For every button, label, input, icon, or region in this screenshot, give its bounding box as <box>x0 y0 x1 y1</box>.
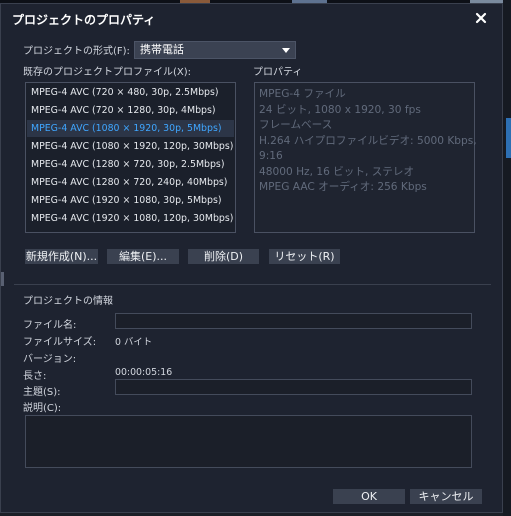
chevron-down-icon <box>282 48 290 53</box>
dialog-titlebar: プロジェクトのプロパティ <box>1 4 502 32</box>
background-app-accent <box>506 118 511 158</box>
format-label: プロジェクトの形式(F): <box>23 46 130 57</box>
cancel-button[interactable]: キャンセル <box>410 489 482 504</box>
property-line: H.264 ハイプロファイルビデオ: 5000 Kbps, <box>259 134 477 147</box>
profiles-label: 既存のプロジェクトプロファイル(X): <box>23 67 192 78</box>
edit-profile-button[interactable]: 編集(E)... <box>107 249 179 264</box>
background-app-mark <box>1 272 4 286</box>
reset-profile-button[interactable]: リセット(R) <box>269 249 340 264</box>
profile-list-item[interactable]: MPEG-4 AVC (1920 × 1080, 30p, 5Mbps) <box>27 192 234 209</box>
property-line: MPEG-4 ファイル <box>259 88 346 100</box>
profile-list-item[interactable]: MPEG-4 AVC (1080 × 1920, 120p, 30Mbps) <box>27 138 234 155</box>
properties-label: プロパティ <box>253 67 303 78</box>
filename-field[interactable] <box>115 313 472 329</box>
ok-button[interactable]: OK <box>333 489 405 504</box>
property-line: フレームベース <box>259 119 333 131</box>
profile-list[interactable]: MPEG-4 AVC (720 × 480, 30p, 2.5Mbps) MPE… <box>25 82 236 233</box>
property-line: 48000 Hz, 16 ビット, ステレオ <box>259 165 415 178</box>
version-label: バージョン: <box>23 354 77 365</box>
background-app-edge <box>503 0 511 516</box>
section-divider <box>14 284 491 285</box>
project-info-header: プロジェクトの情報 <box>23 296 113 307</box>
profile-list-item[interactable]: MPEG-4 AVC (720 × 480, 30p, 2.5Mbps) <box>27 84 234 101</box>
length-value: 00:00:05:16 <box>115 367 173 378</box>
description-field[interactable] <box>25 415 472 468</box>
format-select[interactable]: 携帯電話 <box>134 41 296 59</box>
project-properties-dialog: プロジェクトのプロパティ プロジェクトの形式(F): 携帯電話 既存のプロジェク… <box>0 3 503 513</box>
dialog-title: プロジェクトのプロパティ <box>12 13 156 27</box>
properties-panel: MPEG-4 ファイル 24 ビット, 1080 x 1920, 30 fps … <box>254 82 477 233</box>
filesize-value: 0 バイト <box>115 337 153 348</box>
profile-list-item[interactable]: MPEG-4 AVC (720 × 1280, 30p, 4Mbps) <box>27 102 234 119</box>
filename-label: ファイル名: <box>23 320 77 331</box>
profile-list-item-selected[interactable]: MPEG-4 AVC (1080 × 1920, 30p, 5Mbps) <box>27 120 234 137</box>
close-icon <box>475 12 487 24</box>
delete-profile-button[interactable]: 削除(D) <box>188 249 259 264</box>
profile-list-item[interactable]: MPEG-4 AVC (1280 × 720, 30p, 2.5Mbps) <box>27 156 234 173</box>
new-profile-button[interactable]: 新規作成(N)... <box>25 249 98 264</box>
property-line: 24 ビット, 1080 x 1920, 30 fps <box>259 103 421 116</box>
profile-list-item[interactable]: MPEG-4 AVC (1920 × 1080, 120p, 30Mbps) <box>27 210 234 227</box>
length-label: 長さ: <box>23 371 47 382</box>
format-select-value: 携帯電話 <box>140 43 184 56</box>
profile-list-item[interactable]: MPEG-4 AVC (1280 × 720, 240p, 40Mbps) <box>27 174 234 191</box>
subject-field[interactable] <box>115 379 472 395</box>
filesize-label: ファイルサイズ: <box>23 337 97 348</box>
close-button[interactable] <box>473 10 489 26</box>
subject-label: 主題(S): <box>23 387 61 398</box>
description-label: 説明(C): <box>23 403 62 414</box>
property-line: MPEG AAC オーディオ: 256 Kbps <box>259 181 427 193</box>
property-line: 9:16 <box>259 150 283 162</box>
